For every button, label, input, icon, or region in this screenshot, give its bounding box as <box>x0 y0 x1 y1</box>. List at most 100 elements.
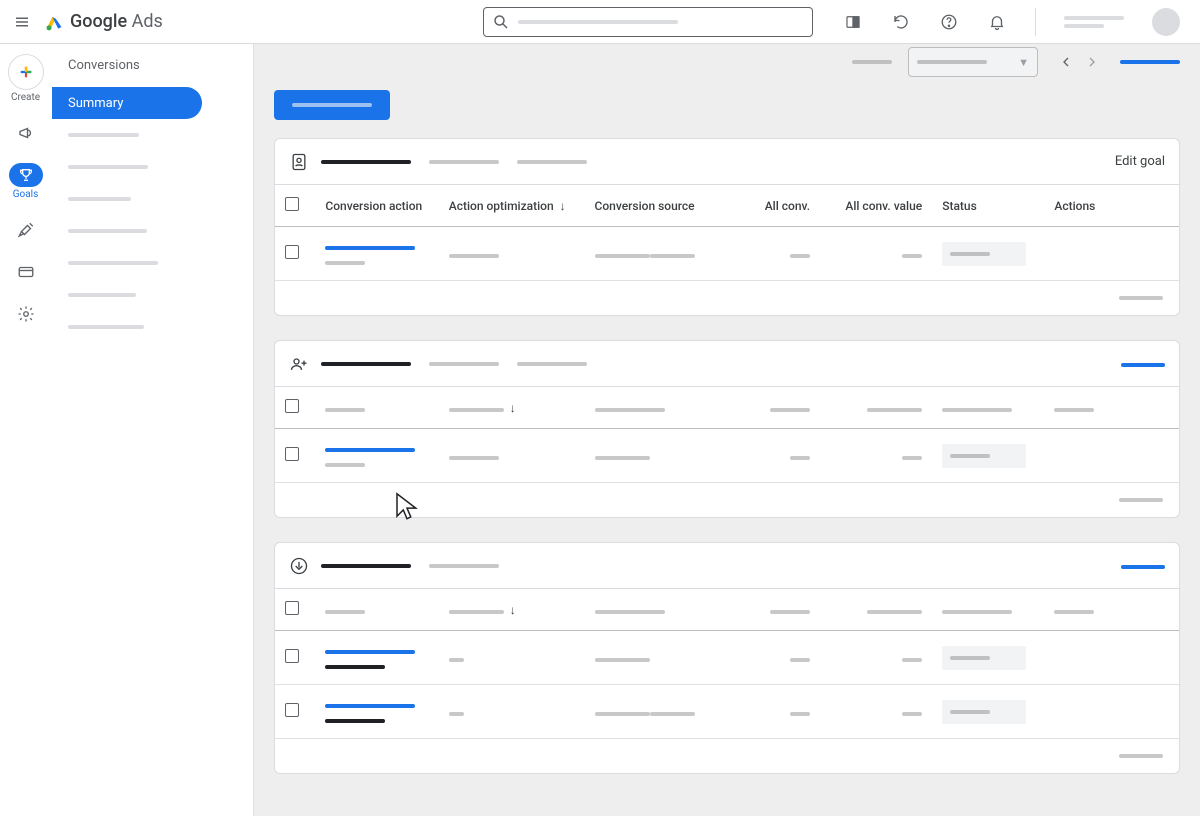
goal-card: ↓ <box>274 340 1180 518</box>
dropdown-icon: ▼ <box>1018 56 1029 69</box>
conversion-action-cell[interactable] <box>315 685 438 739</box>
sidebar-item[interactable] <box>52 279 253 311</box>
conversion-action-cell[interactable] <box>315 631 438 685</box>
checkbox-row[interactable] <box>285 649 299 663</box>
wrench-icon <box>17 221 35 239</box>
date-range-selector[interactable]: ▼ <box>908 47 1038 77</box>
col-header[interactable]: All conv. value <box>820 185 932 227</box>
actions-cell[interactable] <box>1044 429 1179 483</box>
main-content: ▼ Edit goal Conversion actionAction optim… <box>254 44 1200 816</box>
col-header[interactable] <box>585 589 708 631</box>
toolbar-link[interactable] <box>1120 60 1180 64</box>
sidebar-item[interactable] <box>52 215 253 247</box>
gear-icon <box>17 305 35 323</box>
divider <box>1035 8 1036 36</box>
actions-cell[interactable] <box>1044 227 1179 281</box>
col-header[interactable] <box>315 387 438 429</box>
sidebar-item[interactable] <box>52 151 253 183</box>
card-tab[interactable] <box>517 362 587 366</box>
card-header-link[interactable] <box>1121 356 1165 371</box>
card-footer <box>275 281 1179 315</box>
card-tab-active[interactable] <box>321 564 411 568</box>
card-header-link[interactable] <box>1121 558 1165 573</box>
edit-goal-link[interactable]: Edit goal <box>1115 154 1165 169</box>
rail-admin[interactable] <box>9 302 43 326</box>
col-header[interactable] <box>932 589 1044 631</box>
col-header[interactable] <box>932 387 1044 429</box>
conversion-action-cell[interactable] <box>315 227 438 281</box>
sidebar-item[interactable] <box>52 183 253 215</box>
sidebar-item[interactable] <box>52 247 253 279</box>
rail-campaigns[interactable] <box>9 121 43 145</box>
rail-billing[interactable] <box>9 260 43 284</box>
all-conv-cell <box>708 227 820 281</box>
conv-value-cell <box>820 685 932 739</box>
col-header[interactable]: Action optimization↓ <box>439 185 585 227</box>
sort-arrow-icon: ↓ <box>510 603 516 617</box>
checkbox-row[interactable] <box>285 245 299 259</box>
conv-value-cell <box>820 631 932 685</box>
goal-card: Edit goal Conversion actionAction optimiz… <box>274 138 1180 316</box>
checkbox-all[interactable] <box>285 399 299 413</box>
col-header[interactable]: ↓ <box>439 589 585 631</box>
card-tab[interactable] <box>429 160 499 164</box>
card-tab[interactable] <box>429 564 499 568</box>
card-tab[interactable] <box>517 160 587 164</box>
rail-tools[interactable] <box>9 218 43 242</box>
col-header[interactable] <box>708 387 820 429</box>
search-icon <box>492 13 510 31</box>
product-name-bold: Google <box>70 11 127 32</box>
col-header[interactable] <box>585 387 708 429</box>
col-header[interactable] <box>315 589 438 631</box>
refresh-icon[interactable] <box>891 12 911 32</box>
top-header: Google Ads <box>0 0 1200 44</box>
optimization-cell <box>439 227 585 281</box>
search-input[interactable] <box>483 7 813 37</box>
source-cell <box>585 429 708 483</box>
main-toolbar: ▼ <box>254 44 1200 80</box>
rail-goals-label: Goals <box>13 189 39 200</box>
col-header[interactable] <box>820 589 932 631</box>
checkbox-row[interactable] <box>285 447 299 461</box>
status-cell <box>932 227 1044 281</box>
product-logo: Google Ads <box>44 11 163 32</box>
col-header[interactable]: Actions <box>1044 185 1179 227</box>
col-header[interactable]: ↓ <box>439 387 585 429</box>
checkbox-row[interactable] <box>285 703 299 717</box>
actions-cell[interactable] <box>1044 631 1179 685</box>
conv-value-cell <box>820 227 932 281</box>
sidebar-item-summary[interactable]: Summary <box>52 87 202 119</box>
bell-icon[interactable] <box>987 12 1007 32</box>
col-header[interactable] <box>1044 589 1179 631</box>
col-header[interactable] <box>820 387 932 429</box>
col-header[interactable]: Conversion source <box>585 185 708 227</box>
col-header[interactable]: Conversion action <box>315 185 438 227</box>
sort-arrow-icon: ↓ <box>510 401 516 415</box>
all-conv-cell <box>708 685 820 739</box>
rail-create[interactable]: Create <box>8 54 44 103</box>
card-tab-active[interactable] <box>321 160 411 164</box>
checkbox-all[interactable] <box>285 601 299 615</box>
optimization-cell <box>439 429 585 483</box>
col-header[interactable]: All conv. <box>708 185 820 227</box>
card-tab[interactable] <box>429 362 499 366</box>
conversion-action-cell[interactable] <box>315 429 438 483</box>
prev-period-button[interactable] <box>1054 50 1078 74</box>
help-icon[interactable] <box>939 12 959 32</box>
col-header[interactable] <box>708 589 820 631</box>
avatar[interactable] <box>1152 8 1180 36</box>
card-tab-active[interactable] <box>321 362 411 366</box>
menu-icon[interactable] <box>10 10 34 34</box>
new-conversion-button[interactable] <box>274 90 390 120</box>
sidebar-item[interactable] <box>52 311 253 343</box>
actions-cell[interactable] <box>1044 685 1179 739</box>
rail-goals[interactable]: Goals <box>9 163 43 200</box>
col-header[interactable] <box>1044 387 1179 429</box>
rail-create-label: Create <box>11 92 40 103</box>
appearance-icon[interactable] <box>843 12 863 32</box>
col-header[interactable]: Status <box>932 185 1044 227</box>
sidebar-item[interactable] <box>52 119 253 151</box>
contact-page-icon <box>289 152 309 172</box>
checkbox-all[interactable] <box>285 197 299 211</box>
optimization-cell <box>439 631 585 685</box>
